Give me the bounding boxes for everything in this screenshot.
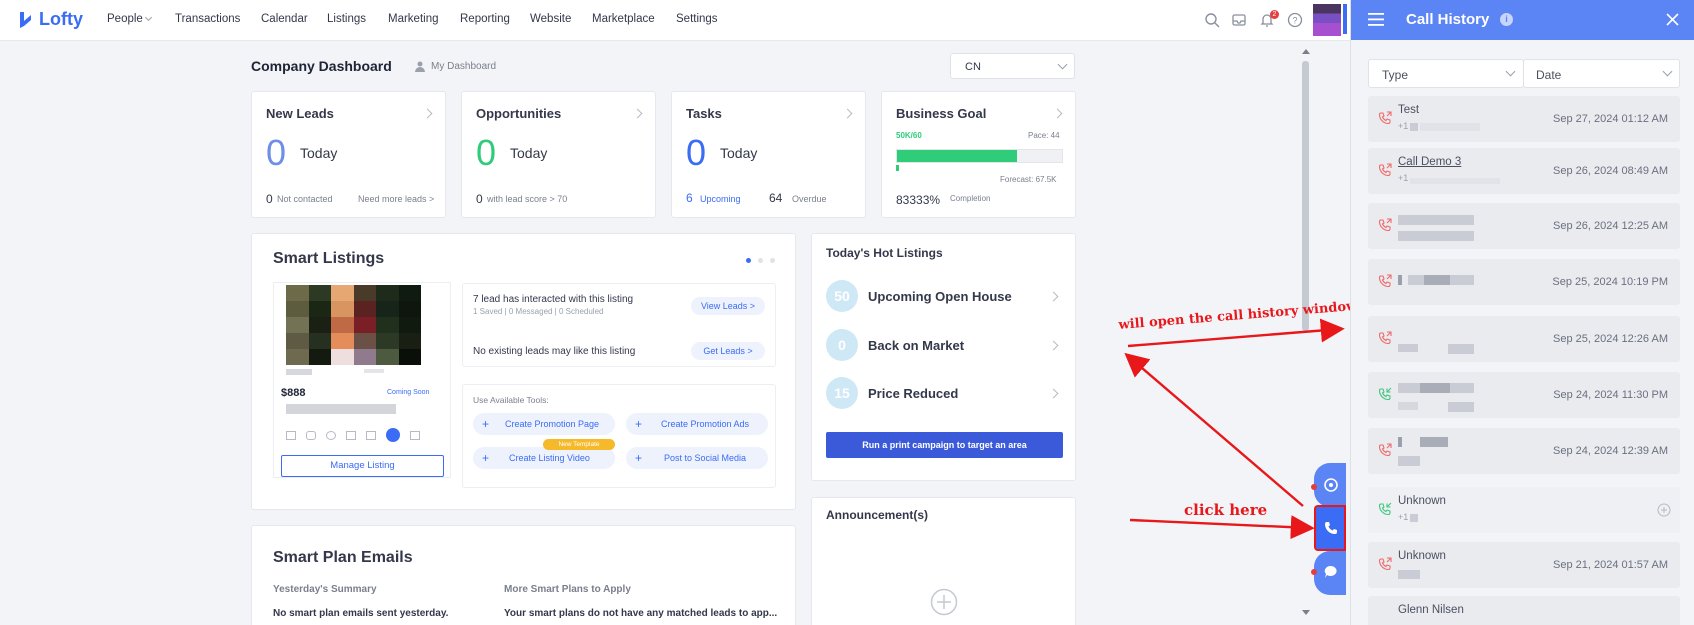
call-date: Sep 25, 2024 12:26 AM bbox=[1553, 333, 1668, 345]
menu-icon[interactable] bbox=[1368, 13, 1384, 26]
caller-number: +1 bbox=[1398, 512, 1409, 522]
outgoing-call-icon bbox=[1378, 557, 1392, 571]
call-history-item[interactable]: Unknown Sep 21, 2024 01:57 AM bbox=[1368, 542, 1680, 588]
call-history-item[interactable]: Sep 24, 2024 11:30 PM bbox=[1368, 372, 1680, 418]
arrow-to-annotation bbox=[1124, 352, 1304, 507]
outgoing-call-icon bbox=[1378, 111, 1392, 125]
outgoing-call-icon bbox=[1378, 163, 1392, 177]
close-icon[interactable] bbox=[1666, 13, 1679, 26]
date-filter-label: Date bbox=[1536, 68, 1562, 82]
outgoing-call-icon bbox=[1378, 218, 1392, 232]
outgoing-call-icon bbox=[1378, 331, 1392, 345]
annotation-click-here: click here bbox=[1184, 501, 1268, 519]
call-history-item[interactable]: Sep 25, 2024 10:19 PM bbox=[1368, 259, 1680, 305]
arrow-to-panel bbox=[1127, 318, 1345, 348]
caller-name: Unknown bbox=[1398, 550, 1446, 562]
type-filter-select[interactable]: Type bbox=[1368, 59, 1524, 88]
add-contact-icon[interactable] bbox=[1657, 503, 1671, 517]
caller-number: +1 bbox=[1398, 121, 1409, 131]
arrow-to-call-button bbox=[1129, 515, 1315, 540]
call-date: Sep 24, 2024 11:30 PM bbox=[1553, 389, 1668, 401]
call-history-item[interactable]: Unknown +1 bbox=[1368, 487, 1680, 533]
caller-name: Test bbox=[1398, 104, 1420, 116]
caller-name: Call Demo 3 bbox=[1398, 156, 1462, 168]
chevron-down-icon bbox=[1505, 66, 1516, 77]
outgoing-call-icon bbox=[1378, 443, 1392, 457]
call-date: Sep 21, 2024 01:57 AM bbox=[1553, 559, 1668, 571]
call-date: Sep 25, 2024 10:19 PM bbox=[1552, 276, 1668, 288]
call-history-item[interactable]: Sep 26, 2024 12:25 AM bbox=[1368, 203, 1680, 249]
outgoing-call-icon bbox=[1378, 274, 1392, 288]
caller-number: +1 bbox=[1398, 173, 1409, 183]
call-history-item[interactable]: Sep 24, 2024 12:39 AM bbox=[1368, 428, 1680, 474]
incoming-call-icon bbox=[1378, 502, 1392, 516]
info-icon[interactable]: i bbox=[1500, 13, 1513, 26]
caller-name: Unknown bbox=[1398, 495, 1446, 507]
call-history-item[interactable]: Call Demo 3 +1 Sep 26, 2024 08:49 AM bbox=[1368, 148, 1680, 194]
call-date: Sep 24, 2024 12:39 AM bbox=[1553, 445, 1668, 457]
call-history-header: Call History i bbox=[1351, 0, 1694, 40]
call-date: Sep 26, 2024 08:49 AM bbox=[1553, 165, 1668, 177]
chevron-down-icon bbox=[1662, 66, 1673, 77]
call-history-item[interactable]: Sep 25, 2024 12:26 AM bbox=[1368, 316, 1680, 362]
call-history-title: Call History bbox=[1406, 11, 1490, 28]
call-date: Sep 26, 2024 12:25 AM bbox=[1553, 220, 1668, 232]
call-history-item[interactable]: Glenn Nilsen bbox=[1368, 596, 1680, 625]
call-date: Sep 27, 2024 01:12 AM bbox=[1553, 113, 1668, 125]
call-history-panel: Call History i Type Date Test +1 Sep 27,… bbox=[1350, 0, 1694, 625]
call-history-item[interactable]: Test +1 Sep 27, 2024 01:12 AM bbox=[1368, 96, 1680, 142]
incoming-call-icon bbox=[1378, 387, 1392, 401]
type-filter-label: Type bbox=[1382, 68, 1409, 82]
date-filter-select[interactable]: Date bbox=[1523, 59, 1680, 88]
caller-name: Glenn Nilsen bbox=[1398, 604, 1464, 616]
